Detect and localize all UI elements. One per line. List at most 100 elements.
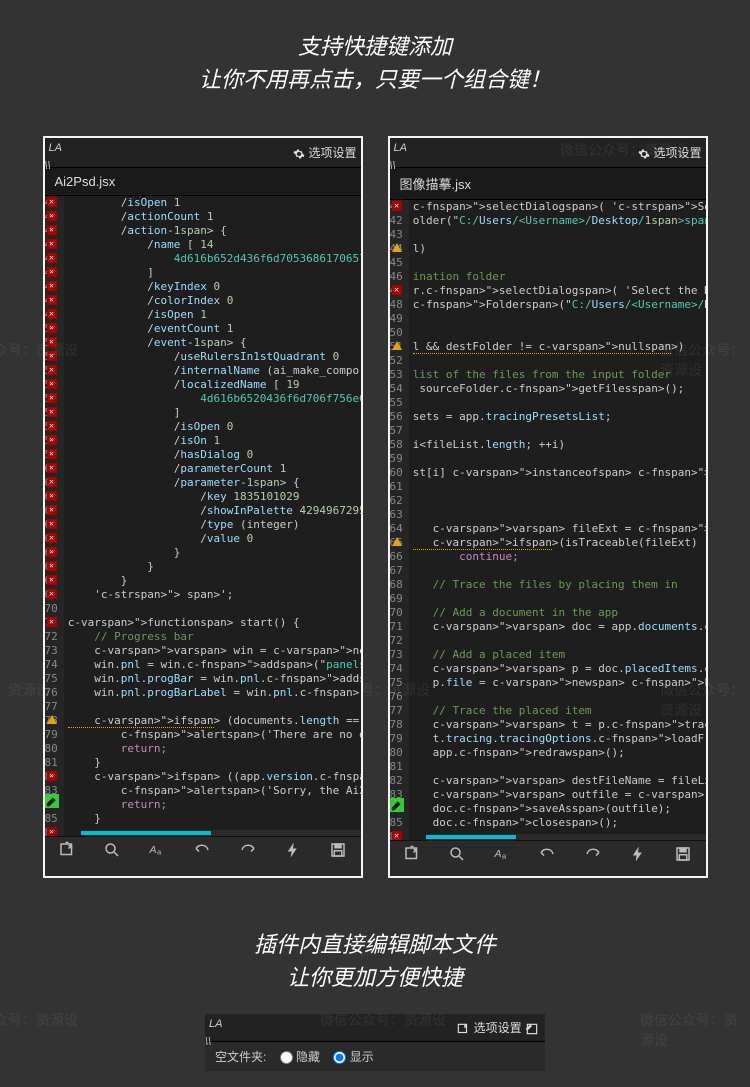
save-icon[interactable] <box>324 841 352 869</box>
horizontal-scrollbar[interactable] <box>81 830 361 836</box>
code-line: 52 <box>390 354 706 368</box>
error-marker-icon: ✕ <box>47 827 57 836</box>
code-line: 63✕ /showInPalette 4294967295 <box>45 504 361 518</box>
code-line: 45 <box>390 256 706 270</box>
error-marker-icon: ✕ <box>47 477 57 487</box>
error-marker-icon: ✕ <box>47 351 57 361</box>
code-line: 62 <box>390 494 706 508</box>
code-editor[interactable]: 41✕c-fnspan>">selectDialogspan>( 'c-strs… <box>390 200 706 840</box>
undo-icon[interactable] <box>533 845 561 873</box>
save-icon[interactable] <box>669 845 697 873</box>
error-marker-icon: ✕ <box>47 435 57 445</box>
error-marker-icon: ✕ <box>47 771 57 781</box>
error-marker-icon: ✕ <box>47 575 57 585</box>
code-line: 60✕ /parameterCount 1 <box>45 462 361 476</box>
options-button[interactable]: 选项设置 <box>638 144 701 161</box>
panel-titlebar: LA\\ 选项设置 <box>205 1014 545 1042</box>
redo-icon[interactable] <box>579 845 607 873</box>
error-marker-icon: ✕ <box>47 337 57 347</box>
radio-hide[interactable]: 隐藏 <box>280 1050 320 1064</box>
edit-marker-icon <box>390 798 404 812</box>
code-line: 63 <box>390 508 706 522</box>
edit-marker-icon <box>45 794 59 808</box>
code-line: 71✕c-varspan>">functionspan> start() { <box>45 616 361 630</box>
error-marker-icon: ✕ <box>47 519 57 529</box>
bottom-panel: LA\\ 选项设置 空文件夹: 隐藏 显示 <box>205 1014 545 1071</box>
left-panel: LA\\ 选项设置 Ai2Psd.jsx 41✕ /isOpen 142✕ /a… <box>43 136 363 878</box>
undo-icon[interactable] <box>188 841 216 869</box>
error-marker-icon: ✕ <box>47 421 57 431</box>
code-line: 84 return; <box>45 798 361 812</box>
error-marker-icon: ✕ <box>47 589 57 599</box>
code-line: 81 <box>390 760 706 774</box>
error-marker-icon: ✕ <box>47 281 57 291</box>
filename-bar: Ai2Psd.jsx <box>45 168 361 196</box>
options-button[interactable]: 选项设置 <box>456 1019 539 1036</box>
font-icon[interactable]: Aa <box>143 841 171 869</box>
error-marker-icon: ✕ <box>47 267 57 277</box>
code-line: 46ination folder <box>390 270 706 284</box>
code-line: 68 // Trace the files by placing them in <box>390 578 706 592</box>
code-line: 75 p.file = c-varspan>">newspan> c-fnspa… <box>390 676 706 690</box>
code-line: 85 doc.c-fnspan>">closespan>(); <box>390 816 706 830</box>
footer-line1: 插件内直接编辑脚本文件 <box>0 928 750 961</box>
code-line: 80 return; <box>45 742 361 756</box>
code-line: 66✕ } <box>45 546 361 560</box>
code-line: 62✕ /key 1835101029 <box>45 490 361 504</box>
footer-line2: 让你更加方便快捷 <box>0 961 750 994</box>
error-marker-icon: ✕ <box>392 831 402 840</box>
search-icon[interactable] <box>98 841 126 869</box>
code-line: 44✕ /name [ 14 <box>45 238 361 252</box>
code-line: 74 c-varspan>">varspan> p = doc.placedIt… <box>390 662 706 676</box>
code-line: 42older("C:/Users/<Username>/Desktop/1sp… <box>390 214 706 228</box>
code-line: 54 sourceFolder.c-fnspan>">getFilesspan>… <box>390 382 706 396</box>
code-line: 76 <box>390 690 706 704</box>
panel-titlebar: LA\\ 选项设置 <box>45 138 361 168</box>
export-icon[interactable] <box>53 841 81 869</box>
code-line: 53✕ /internalName (ai_make_compo <box>45 364 361 378</box>
code-line: 73 c-varspan>">varspan> win = c-varspan>… <box>45 644 361 658</box>
code-line: 55✕ 4d616b6520436f6d706f756e64 <box>45 392 361 406</box>
code-line: 59✕ /hasDialog 0 <box>45 448 361 462</box>
code-line: 59 <box>390 452 706 466</box>
export-icon[interactable] <box>398 845 426 873</box>
code-line: 47✕r.c-fnspan>">selectDialogspan>( 'Sele… <box>390 284 706 298</box>
code-line: 71 c-varspan>">varspan> doc = app.docume… <box>390 620 706 634</box>
error-marker-icon: ✕ <box>47 309 57 319</box>
options-label: 选项设置 <box>653 146 701 160</box>
radio-show[interactable]: 显示 <box>333 1050 373 1064</box>
error-marker-icon: ✕ <box>47 211 57 221</box>
bolt-icon[interactable] <box>279 841 307 869</box>
code-line: 61✕ /parameter-1span> { <box>45 476 361 490</box>
code-line: 67 <box>390 564 706 578</box>
code-line: 78 c-varspan>">varspan> t = p.c-fnspan>"… <box>390 718 706 732</box>
panels-row: LA\\ 选项设置 Ai2Psd.jsx 41✕ /isOpen 142✕ /a… <box>0 136 750 878</box>
code-line: 57 <box>390 424 706 438</box>
options-button[interactable]: 选项设置 <box>293 144 356 161</box>
code-line: 47✕ /keyIndex 0 <box>45 280 361 294</box>
error-marker-icon: ✕ <box>47 561 57 571</box>
horizontal-scrollbar[interactable] <box>426 834 706 840</box>
code-line: 53list of the files from the input folde… <box>390 368 706 382</box>
code-line: 77 // Trace the placed item <box>390 704 706 718</box>
code-line: 73 // Add a placed item <box>390 648 706 662</box>
error-marker-icon: ✕ <box>47 365 57 375</box>
code-line: 77 <box>45 700 361 714</box>
code-editor[interactable]: 41✕ /isOpen 142✕ /actionCount 143✕ /acti… <box>45 196 361 836</box>
error-marker-icon: ✕ <box>47 253 57 263</box>
search-icon[interactable] <box>443 845 471 873</box>
watermark: 微信公众号：资源设 <box>640 1010 750 1050</box>
radio-label: 空文件夹: <box>215 1050 266 1064</box>
code-line: 83 c-fnspan>">alertspan>('Sorry, the Ai2… <box>45 784 361 798</box>
code-line: 50✕ /eventCount 1 <box>45 322 361 336</box>
redo-icon[interactable] <box>234 841 262 869</box>
code-line: 80 app.c-fnspan>">redrawspan>(); <box>390 746 706 760</box>
bolt-icon[interactable] <box>624 845 652 873</box>
error-marker-icon: ✕ <box>392 201 402 211</box>
code-line: 79 c-fnspan>">alertspan>('There are no d… <box>45 728 361 742</box>
bottom-toolbar: Aa <box>45 836 361 872</box>
code-line: 48✕ /colorIndex 0 <box>45 294 361 308</box>
code-line: 72 <box>390 634 706 648</box>
font-icon[interactable]: Aa <box>488 845 516 873</box>
code-line: 65✕ /value 0 <box>45 532 361 546</box>
